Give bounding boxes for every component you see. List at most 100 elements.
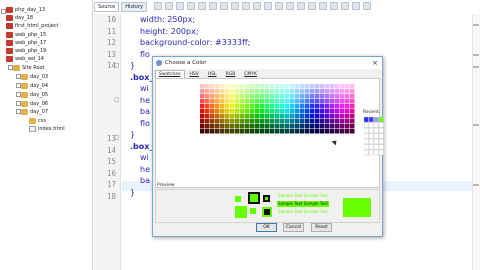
fold-toggle-icon[interactable]: ▢ — [114, 62, 120, 69]
color-swatch[interactable] — [345, 109, 350, 114]
tree-item[interactable]: web_php_19 — [6, 47, 46, 55]
color-swatch[interactable] — [305, 99, 310, 104]
color-swatch[interactable] — [205, 109, 210, 114]
toolbar-button[interactable] — [275, 2, 283, 10]
color-swatch[interactable] — [240, 129, 245, 134]
color-swatch[interactable] — [255, 124, 260, 129]
color-swatch[interactable] — [245, 94, 250, 99]
color-swatch[interactable] — [235, 124, 240, 129]
toolbar-button[interactable] — [363, 2, 371, 10]
color-swatch[interactable] — [205, 129, 210, 134]
color-swatch[interactable] — [315, 84, 320, 89]
color-swatch[interactable] — [260, 124, 265, 129]
color-swatch[interactable] — [335, 94, 340, 99]
color-swatch[interactable] — [245, 89, 250, 94]
color-swatch[interactable] — [350, 129, 355, 134]
color-swatch[interactable] — [310, 109, 315, 114]
color-swatch[interactable] — [305, 94, 310, 99]
color-swatch[interactable] — [250, 124, 255, 129]
color-swatch[interactable] — [295, 124, 300, 129]
toolbar-button[interactable] — [176, 2, 184, 10]
color-swatch[interactable] — [230, 114, 235, 119]
toolbar-button[interactable] — [187, 2, 195, 10]
color-swatch[interactable] — [210, 94, 215, 99]
color-swatch[interactable] — [300, 94, 305, 99]
color-swatch[interactable] — [240, 109, 245, 114]
color-swatch[interactable] — [290, 119, 295, 124]
color-swatch[interactable] — [340, 99, 345, 104]
recent-swatch[interactable] — [364, 117, 369, 123]
tab-source[interactable]: Source — [94, 2, 120, 12]
color-swatch[interactable] — [215, 94, 220, 99]
color-swatch[interactable] — [290, 89, 295, 94]
toolbar-button[interactable] — [165, 2, 173, 10]
toolbar-button[interactable] — [220, 2, 228, 10]
color-swatch[interactable] — [255, 109, 260, 114]
toolbar-button[interactable] — [231, 2, 239, 10]
color-swatch[interactable] — [245, 109, 250, 114]
color-swatch[interactable] — [290, 84, 295, 89]
color-swatch[interactable] — [290, 94, 295, 99]
color-swatch[interactable] — [330, 119, 335, 124]
color-swatch[interactable] — [310, 99, 315, 104]
color-swatch[interactable] — [305, 119, 310, 124]
color-swatch[interactable] — [265, 109, 270, 114]
color-swatch[interactable] — [275, 84, 280, 89]
color-swatch[interactable] — [305, 89, 310, 94]
color-swatch[interactable] — [300, 114, 305, 119]
color-swatch[interactable] — [310, 129, 315, 134]
toolbar-button[interactable] — [286, 2, 294, 10]
toolbar-button[interactable] — [297, 2, 305, 10]
toolbar-button[interactable] — [198, 2, 206, 10]
recent-swatches[interactable] — [364, 117, 384, 156]
color-swatch[interactable] — [260, 84, 265, 89]
color-swatch[interactable] — [250, 89, 255, 94]
color-swatch[interactable] — [215, 119, 220, 124]
color-swatch[interactable] — [305, 129, 310, 134]
color-swatch[interactable] — [225, 114, 230, 119]
tree-item[interactable]: php_day_13 — [6, 6, 45, 14]
color-swatch[interactable] — [200, 84, 205, 89]
color-swatch[interactable] — [345, 129, 350, 134]
tree-item[interactable]: day_05 — [21, 91, 48, 99]
color-swatch[interactable] — [240, 84, 245, 89]
color-swatch[interactable] — [240, 89, 245, 94]
color-swatch[interactable] — [230, 129, 235, 134]
color-swatch[interactable] — [335, 129, 340, 134]
color-swatch[interactable] — [255, 114, 260, 119]
color-swatch[interactable] — [350, 114, 355, 119]
color-swatch[interactable] — [250, 129, 255, 134]
tree-item[interactable]: first_html_project — [6, 22, 59, 30]
color-swatch[interactable] — [235, 89, 240, 94]
color-swatch[interactable] — [205, 114, 210, 119]
tab-history[interactable]: History — [121, 2, 147, 12]
color-swatch[interactable] — [220, 119, 225, 124]
color-swatch[interactable] — [260, 104, 265, 109]
color-swatch[interactable] — [205, 89, 210, 94]
color-swatch[interactable] — [245, 119, 250, 124]
color-swatch[interactable] — [255, 99, 260, 104]
toolbar-button[interactable] — [253, 2, 261, 10]
color-swatch[interactable] — [265, 114, 270, 119]
color-swatch[interactable] — [310, 124, 315, 129]
recent-swatch[interactable] — [373, 138, 379, 145]
tree-item[interactable]: day_04 — [21, 82, 48, 90]
expand-toggle-icon[interactable] — [16, 83, 21, 88]
color-swatch[interactable] — [235, 84, 240, 89]
color-swatch[interactable] — [325, 89, 330, 94]
color-swatch[interactable] — [330, 109, 335, 114]
color-swatch[interactable] — [225, 109, 230, 114]
color-swatch[interactable] — [205, 99, 210, 104]
color-swatch[interactable] — [340, 94, 345, 99]
color-swatch[interactable] — [290, 124, 295, 129]
toolbar-button[interactable] — [264, 2, 272, 10]
color-swatch[interactable] — [270, 114, 275, 119]
color-swatch[interactable] — [270, 109, 275, 114]
color-swatch[interactable] — [215, 109, 220, 114]
tree-item[interactable]: web_wd_14 — [6, 55, 44, 63]
color-swatch[interactable] — [220, 129, 225, 134]
tab-cmyk[interactable]: CMYK — [240, 70, 261, 78]
tree-item[interactable]: web_php_15 — [6, 31, 46, 39]
color-swatch[interactable] — [265, 99, 270, 104]
recent-swatch[interactable] — [378, 122, 384, 128]
